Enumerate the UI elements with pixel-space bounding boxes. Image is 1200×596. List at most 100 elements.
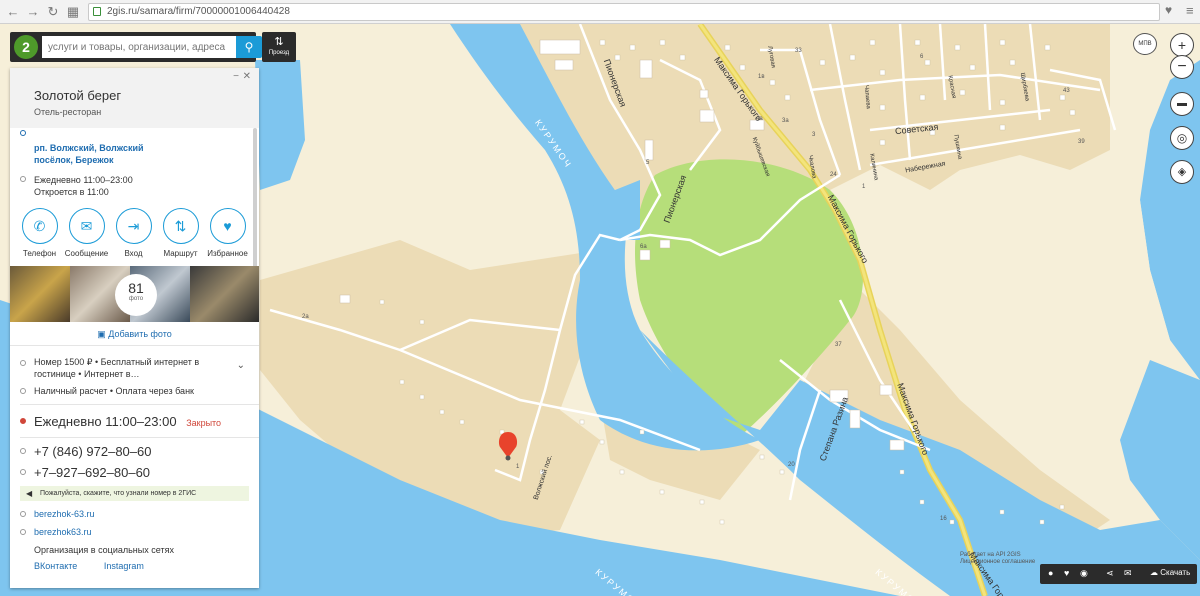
action-entrance[interactable]: ⇥ Вход bbox=[110, 208, 157, 258]
lock-icon bbox=[93, 7, 101, 16]
social-section: Организация в социальных сетях ВКонтакте… bbox=[10, 545, 259, 571]
heart-icon: ♥ bbox=[209, 208, 246, 244]
globe-icon bbox=[20, 529, 26, 535]
search-bar: 2 ⚲ bbox=[10, 32, 262, 62]
house-number: 4а bbox=[756, 116, 763, 122]
download-button[interactable]: ☁ Скачать bbox=[1150, 568, 1190, 577]
megaphone-icon: ◀ bbox=[26, 489, 33, 498]
clock-icon bbox=[20, 176, 26, 182]
website-link[interactable]: berezhok-63.ru bbox=[10, 509, 259, 519]
social-link-vk[interactable]: ВКонтакте bbox=[34, 561, 77, 571]
phone-number[interactable]: +7 (846) 972‒80‒60 bbox=[10, 444, 259, 459]
hours-text: Ежедневно 11:00–23:00 bbox=[34, 414, 177, 429]
action-label: Маршрут bbox=[163, 249, 198, 258]
divider bbox=[20, 404, 259, 405]
photo-count: 81 bbox=[128, 280, 144, 296]
action-favorite[interactable]: ♥ Избранное bbox=[204, 208, 251, 258]
amenities[interactable]: ⌄ Номер 1500 ₽ • Бесплатный интернет в г… bbox=[10, 346, 259, 380]
photo-count-label: фото bbox=[128, 296, 144, 302]
house-number: 16 bbox=[940, 516, 947, 522]
route-button[interactable]: ⇅ Проезд bbox=[262, 32, 296, 62]
opens-line: Откроется в 11:00 bbox=[34, 187, 109, 197]
action-label: Сообщение bbox=[64, 249, 109, 258]
house-number: 20 bbox=[788, 462, 795, 468]
add-photo-button[interactable]: ▣ Добавить фото bbox=[10, 322, 259, 346]
action-route[interactable]: ⇅ Маршрут bbox=[157, 208, 204, 258]
add-photo-label: Добавить фото bbox=[108, 329, 172, 339]
social-link-instagram[interactable]: Instagram bbox=[104, 561, 144, 571]
firm-header: − ✕ Золотой берег Отель-ресторан bbox=[10, 68, 259, 128]
phone-text: +7 (846) 972‒80‒60 bbox=[34, 444, 152, 459]
phone-number[interactable]: +7‒927‒692‒80‒60 bbox=[10, 465, 259, 480]
share-icon[interactable]: ⋖ bbox=[1106, 568, 1114, 579]
close-icon[interactable]: ✕ bbox=[243, 71, 251, 82]
hours-detail[interactable]: Ежедневно 11:00–23:00 Закрыто bbox=[10, 414, 259, 429]
house-number: 39 bbox=[1078, 139, 1085, 145]
search-icon[interactable]: ⚲ bbox=[236, 36, 262, 58]
phone-icon bbox=[20, 469, 26, 475]
hours-line: Ежедневно 11:00–23:00 bbox=[34, 175, 133, 185]
chevron-down-icon[interactable]: ⌄ bbox=[237, 360, 245, 372]
favorites-icon[interactable]: ♥ bbox=[1064, 568, 1069, 578]
forward-icon[interactable]: → bbox=[24, 3, 42, 21]
phone-icon bbox=[20, 448, 26, 454]
route-label: Проезд bbox=[268, 50, 290, 56]
firm-type: Отель-ресторан bbox=[34, 107, 102, 117]
house-number: 3 bbox=[812, 132, 816, 138]
house-number: 24 bbox=[830, 172, 837, 178]
payment-info: Наличный расчет • Оплата через банк bbox=[10, 386, 259, 396]
menu-icon[interactable]: ≡ bbox=[1186, 3, 1194, 18]
website-link[interactable]: berezhok63.ru bbox=[10, 527, 259, 537]
globe-icon bbox=[20, 511, 26, 517]
action-label: Вход bbox=[124, 249, 143, 258]
minimize-icon[interactable]: − bbox=[233, 71, 239, 82]
bookmark-icon[interactable]: ♥ bbox=[1165, 3, 1172, 17]
status-badge: Закрыто bbox=[186, 418, 222, 428]
phone-text: +7‒927‒692‒80‒60 bbox=[34, 465, 151, 480]
social-links: ВКонтакте Instagram bbox=[34, 561, 259, 571]
layers-icon[interactable]: ◈ bbox=[1170, 160, 1194, 184]
house-number: 6 bbox=[920, 54, 924, 60]
action-label: Избранное bbox=[207, 249, 248, 258]
logo-icon[interactable]: 2 bbox=[14, 35, 38, 59]
website-text: berezhok63.ru bbox=[34, 527, 92, 537]
photo-gallery[interactable]: 81 фото bbox=[10, 266, 259, 322]
house-number: 1 bbox=[862, 184, 866, 190]
ruler-icon[interactable]: ▬ bbox=[1170, 92, 1194, 116]
reload-icon[interactable]: ↻ bbox=[44, 3, 62, 21]
search-input[interactable] bbox=[42, 36, 236, 58]
zoom-out-button[interactable]: − bbox=[1170, 55, 1194, 79]
download-label: Скачать bbox=[1160, 568, 1191, 577]
user-icon[interactable]: ● bbox=[1048, 568, 1053, 578]
license-link[interactable]: Лицензионное соглашение bbox=[960, 559, 1035, 566]
geolocation-icon[interactable]: ◎ bbox=[1170, 126, 1194, 150]
message-icon: ✉ bbox=[68, 208, 105, 244]
address-bar[interactable]: 2gis.ru/samara/firm/70000001006440428 bbox=[88, 3, 1160, 21]
photo-thumbnail[interactable] bbox=[10, 266, 70, 322]
house-number: 2а bbox=[302, 314, 309, 320]
firm-card: − ✕ Золотой берег Отель-ресторан рп. Вол… bbox=[10, 68, 259, 588]
zoom-in-button[interactable]: + bbox=[1170, 33, 1194, 57]
chat-icon[interactable]: ◉ bbox=[1080, 568, 1088, 579]
map-attribution: Работает на API 2GIS Лицензионное соглаш… bbox=[960, 552, 1035, 566]
action-message[interactable]: ✉ Сообщение bbox=[63, 208, 110, 258]
api-credit: Работает на API 2GIS bbox=[960, 552, 1021, 558]
back-icon[interactable]: ← bbox=[4, 3, 22, 21]
firm-address[interactable]: рп. Волжский, Волжский посёлок, Бережок bbox=[10, 128, 170, 166]
apps-icon[interactable]: ▦ bbox=[64, 3, 82, 21]
camera-icon: ▣ bbox=[97, 329, 106, 339]
phone-icon: ✆ bbox=[21, 208, 58, 244]
divider bbox=[20, 437, 259, 438]
photo-thumbnail[interactable] bbox=[190, 266, 259, 322]
bullet-icon bbox=[20, 388, 26, 394]
photo-count-badge[interactable]: 81 фото bbox=[115, 274, 157, 316]
mail-icon[interactable]: ✉ bbox=[1124, 568, 1132, 579]
route-icon: ⇅ bbox=[274, 36, 284, 48]
house-number: 3а bbox=[782, 118, 789, 124]
house-number: 1в bbox=[758, 74, 765, 80]
house-number: 6а bbox=[640, 244, 647, 250]
tip-text: Пожалуйста, скажите, что узнали номер в … bbox=[40, 490, 197, 497]
amenities-text: Номер 1500 ₽ • Бесплатный интернет в гос… bbox=[34, 357, 200, 379]
traffic-button[interactable]: МПВ bbox=[1133, 33, 1157, 55]
action-phone[interactable]: ✆ Телефон bbox=[16, 208, 63, 258]
